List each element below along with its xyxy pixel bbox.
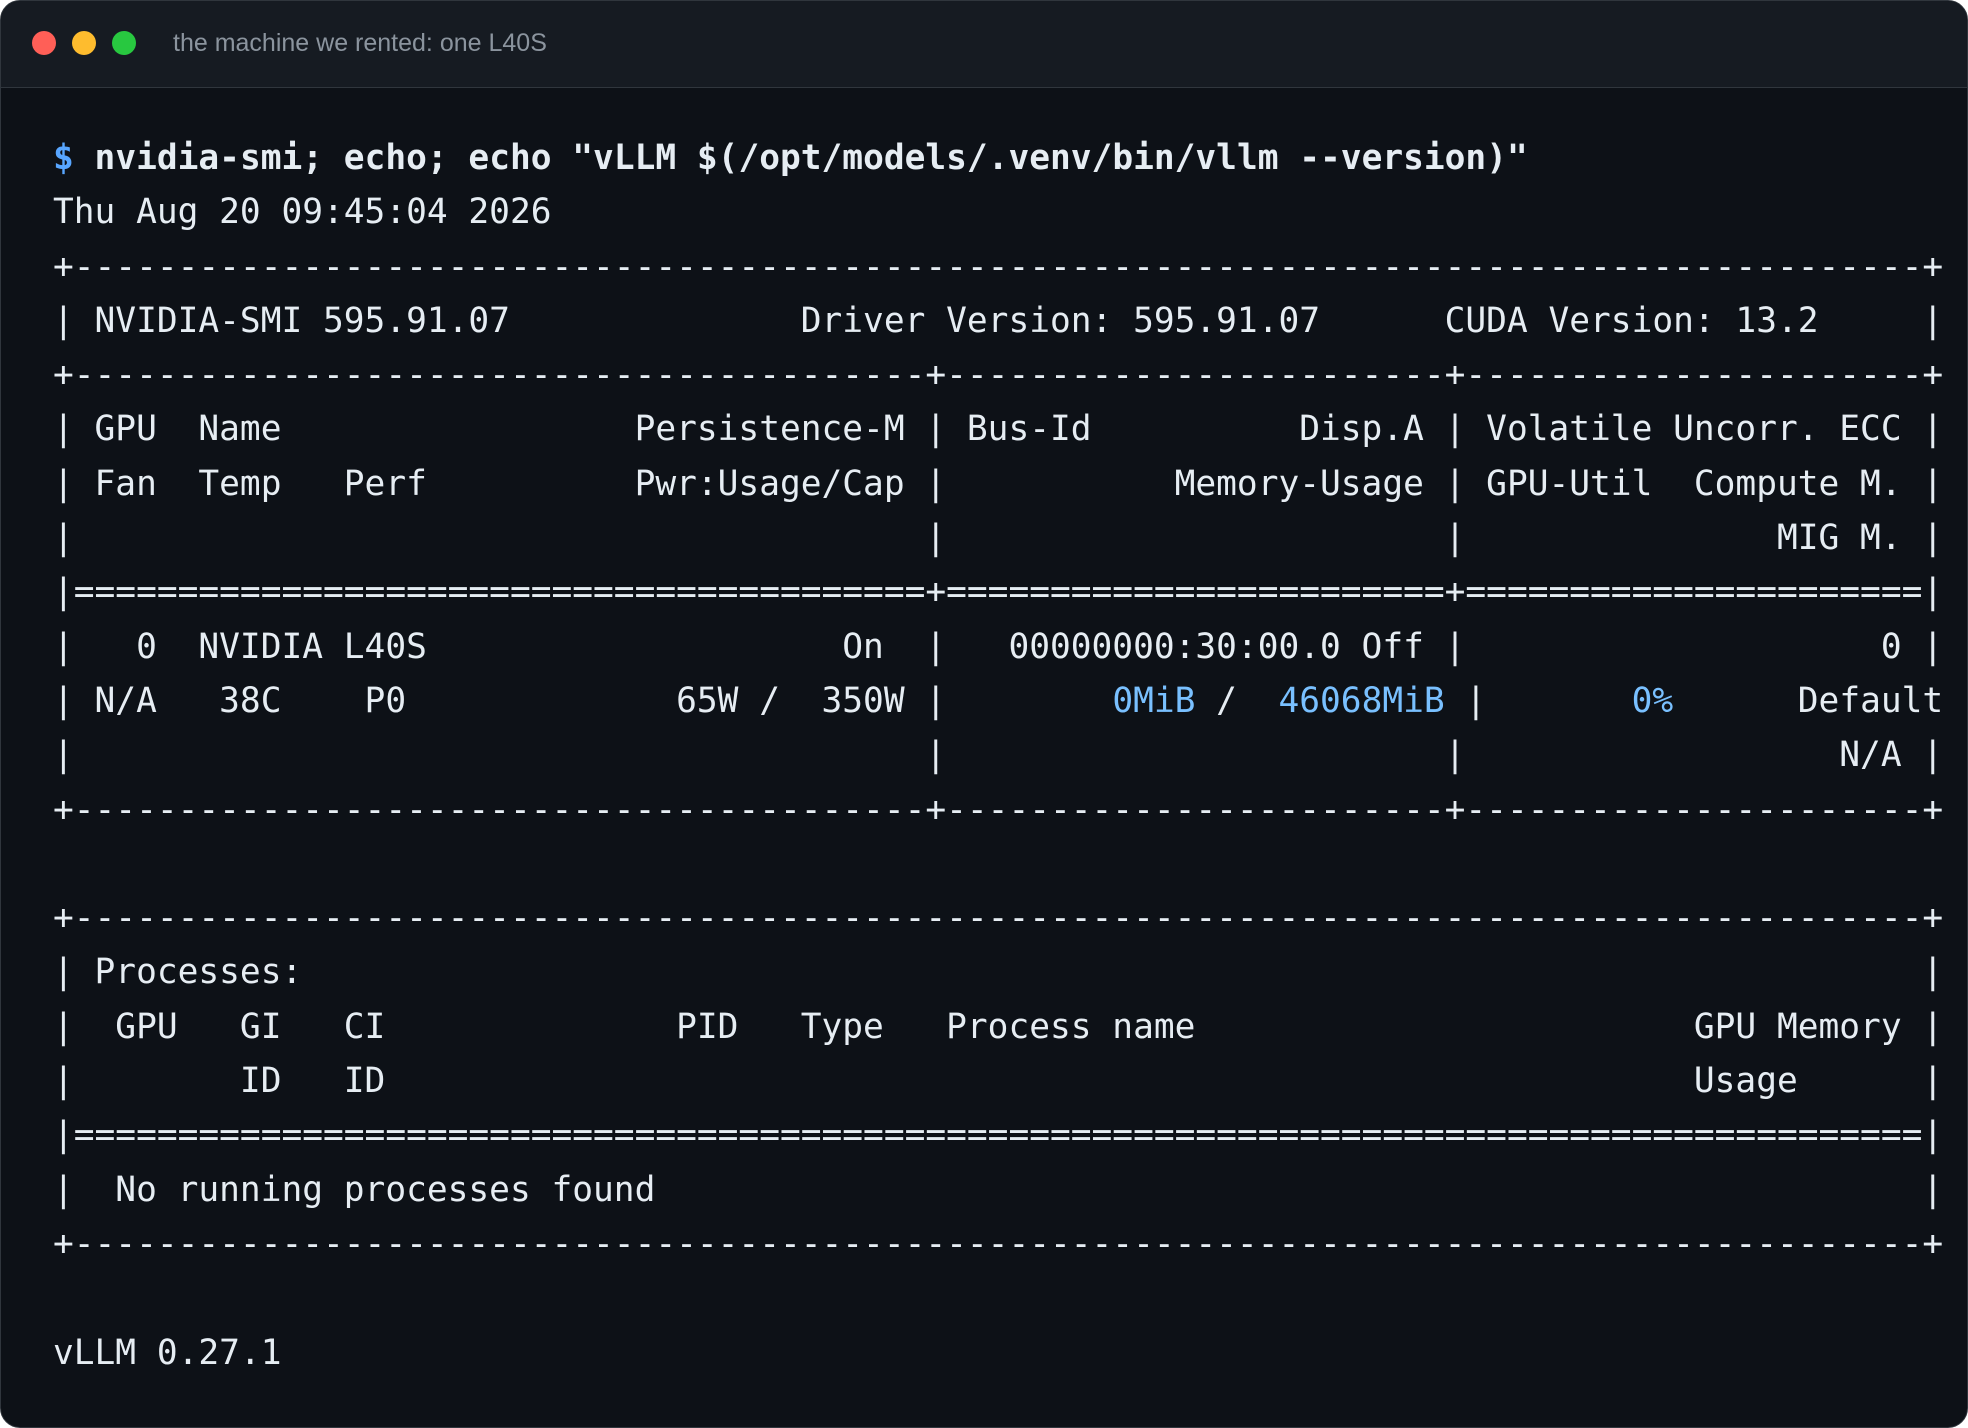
gpu-table-bottom-border: +---------------------------------------… xyxy=(53,789,1944,830)
gpu-utilization: 0% xyxy=(1631,680,1674,721)
minimize-window-button[interactable] xyxy=(72,31,96,55)
memory-total: 46068MiB xyxy=(1278,680,1445,721)
terminal-output[interactable]: $ nvidia-smi; echo; echo "vLLM $(/opt/mo… xyxy=(53,131,1967,1391)
gpu-row-2-part-a: | N/A 38C P0 65W / 350W | xyxy=(53,680,1113,721)
processes-top-border: +---------------------------------------… xyxy=(53,898,1944,939)
command-text: nvidia-smi; echo; echo "vLLM $(/opt/mode… xyxy=(73,138,1528,178)
gpu-table-header-row-2: | Fan Temp Perf Pwr:Usage/Cap | Memory-U… xyxy=(53,463,1944,504)
gpu-row-3: | | | N/A | xyxy=(53,735,1944,776)
gpu-row-2-part-b: / xyxy=(1195,680,1279,721)
processes-header: | Processes: | xyxy=(53,952,1944,993)
terminal-window: the machine we rented: one L40S $ nvidia… xyxy=(0,0,1968,1428)
gpu-table-separator: +---------------------------------------… xyxy=(53,355,1944,396)
memory-used: 0MiB xyxy=(1112,680,1196,721)
no-processes-message: | No running processes found | xyxy=(53,1169,1944,1210)
vllm-version-output: vLLM 0.27.1 xyxy=(53,1332,282,1373)
gpu-row-1: | 0 NVIDIA L40S On | 00000000:30:00.0 Of… xyxy=(53,626,1944,667)
gpu-table-header-divider: |=======================================… xyxy=(53,572,1944,613)
processes-columns-row-2: | ID ID Usage | xyxy=(53,1061,1944,1102)
processes-header-divider: |=======================================… xyxy=(53,1115,1944,1156)
prompt-symbol: $ xyxy=(53,138,74,178)
processes-bottom-border: +---------------------------------------… xyxy=(53,1223,1944,1264)
gpu-row-2-part-c: | xyxy=(1444,680,1632,721)
command-line: $ nvidia-smi; echo; echo "vLLM $(/opt/mo… xyxy=(53,131,1933,185)
window-title: the machine we rented: one L40S xyxy=(173,29,547,57)
gpu-table-header-row-1: | GPU Name Persistence-M | Bus-Id Disp.A… xyxy=(53,409,1944,450)
gpu-row-2-part-d: Default | xyxy=(1673,680,1968,721)
maximize-window-button[interactable] xyxy=(112,31,136,55)
smi-top-border: +---------------------------------------… xyxy=(53,246,1944,287)
gpu-table-header-row-3: | | | MIG M. | xyxy=(53,518,1944,559)
gpu-row-2: | N/A 38C P0 65W / 350W | 0MiB / 46068Mi… xyxy=(53,674,1967,728)
date-line: Thu Aug 20 09:45:04 2026 xyxy=(53,192,552,233)
smi-version-header: | NVIDIA-SMI 595.91.07 Driver Version: 5… xyxy=(53,300,1944,341)
close-window-button[interactable] xyxy=(32,31,56,55)
title-bar: the machine we rented: one L40S xyxy=(1,1,1967,88)
processes-columns-row-1: | GPU GI CI PID Type Process name GPU Me… xyxy=(53,1006,1944,1047)
